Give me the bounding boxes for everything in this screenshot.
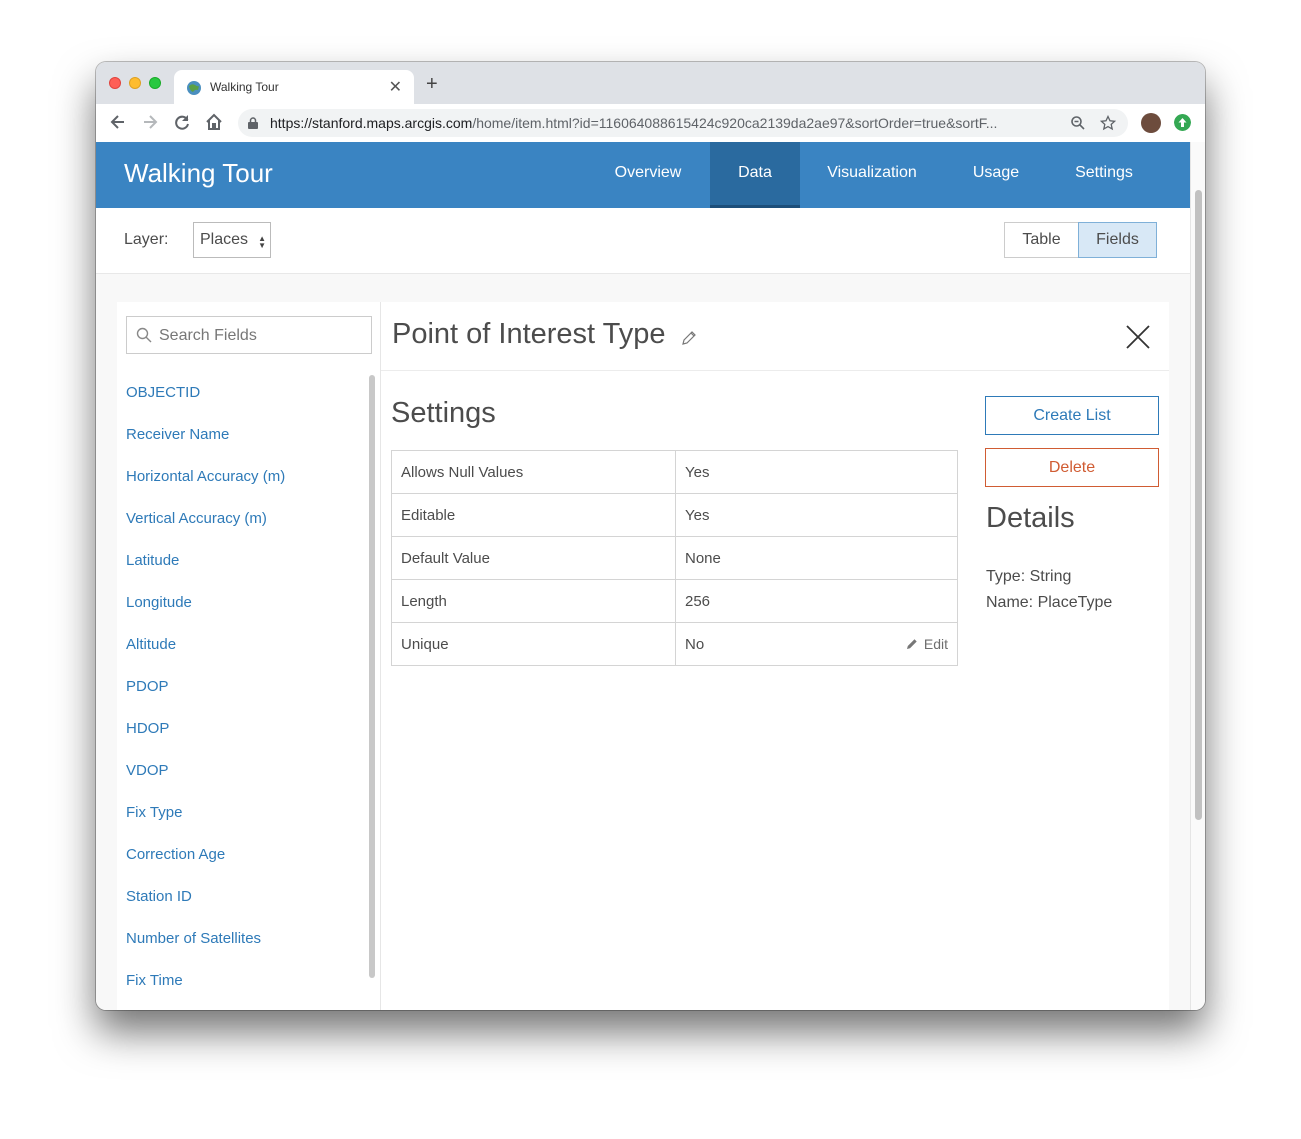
setting-value: 256 xyxy=(675,579,958,623)
tab-title: Walking Tour xyxy=(210,80,279,94)
layer-select-value: Places xyxy=(200,231,249,248)
setting-value: Yes xyxy=(675,493,958,537)
tab-overview[interactable]: Overview xyxy=(596,142,700,208)
field-item-number-of-satellites[interactable]: Number of Satellites xyxy=(117,918,367,960)
tab-visualization[interactable]: Visualization xyxy=(810,142,934,208)
reload-icon[interactable] xyxy=(172,112,192,132)
minimize-window-button[interactable] xyxy=(129,77,141,89)
edit-unique-button[interactable]: Edit xyxy=(906,636,948,652)
page-scroll-thumb[interactable] xyxy=(1195,190,1202,820)
field-item-pdop[interactable]: PDOP xyxy=(117,666,367,708)
tab-data[interactable]: Data xyxy=(710,142,800,208)
field-detail-panel: Point of Interest Type Settings Allows N… xyxy=(381,302,1169,1010)
globe-icon xyxy=(187,81,201,95)
bookmark-star-icon[interactable] xyxy=(1100,115,1116,131)
field-item-altitude[interactable]: Altitude xyxy=(117,624,367,666)
search-input[interactable] xyxy=(157,323,361,349)
browser-toolbar: https://stanford.maps.arcgis.com/home/it… xyxy=(96,104,1205,143)
layer-bar: Layer: Places ▲ ▼ Table Fields xyxy=(96,208,1190,274)
table-row: Default Value None xyxy=(391,536,958,580)
tab-bar: Walking Tour ✕ + xyxy=(96,62,1205,104)
field-type-text: Type: String xyxy=(986,568,1072,585)
url-text: https://stanford.maps.arcgis.com/home/it… xyxy=(270,115,998,131)
table-row: Allows Null Values Yes xyxy=(391,450,958,494)
address-bar[interactable]: https://stanford.maps.arcgis.com/home/it… xyxy=(238,109,1128,137)
field-item-station-id[interactable]: Station ID xyxy=(117,876,367,918)
back-icon[interactable] xyxy=(108,112,128,132)
field-item-latitude[interactable]: Latitude xyxy=(117,540,367,582)
setting-key: Default Value xyxy=(391,536,676,580)
pencil-icon xyxy=(906,639,917,649)
table-row: Unique No Edit xyxy=(391,622,958,666)
create-list-button[interactable]: Create List xyxy=(985,396,1159,435)
field-item-hdop[interactable]: HDOP xyxy=(117,708,367,750)
field-list-scrollbar[interactable] xyxy=(367,372,377,1010)
field-name-text: Name: PlaceType xyxy=(986,594,1113,611)
fields-view-button[interactable]: Fields xyxy=(1078,222,1157,258)
field-item-objectid[interactable]: OBJECTID xyxy=(117,372,367,414)
zoom-icon[interactable] xyxy=(1070,115,1086,131)
browser-window: Walking Tour ✕ + https://stanford.maps.a… xyxy=(96,62,1205,1010)
setting-value: No xyxy=(685,635,705,653)
tab-close-icon[interactable]: ✕ xyxy=(389,77,402,97)
app-header: Walking Tour Overview Data Visualization… xyxy=(96,142,1190,208)
page-scrollbar[interactable] xyxy=(1190,142,1205,1010)
extension-update-icon[interactable] xyxy=(1174,114,1191,131)
field-item-horizontal-accuracy[interactable]: Horizontal Accuracy (m) xyxy=(117,456,367,498)
browser-tab[interactable]: Walking Tour ✕ xyxy=(174,70,414,104)
setting-value: Yes xyxy=(675,450,958,494)
setting-key: Length xyxy=(391,579,676,623)
details-heading: Details xyxy=(986,502,1075,534)
app-title: Walking Tour xyxy=(124,158,273,188)
forward-icon[interactable] xyxy=(140,112,160,132)
settings-heading: Settings xyxy=(391,397,496,429)
settings-table: Allows Null Values Yes Editable Yes Defa… xyxy=(391,450,958,666)
field-item-receiver-name[interactable]: Receiver Name xyxy=(117,414,367,456)
home-icon[interactable] xyxy=(204,112,224,132)
table-view-button[interactable]: Table xyxy=(1004,222,1079,258)
field-item-vdop[interactable]: VDOP xyxy=(117,750,367,792)
delete-button[interactable]: Delete xyxy=(985,448,1159,487)
field-title: Point of Interest Type xyxy=(392,318,666,350)
close-window-button[interactable] xyxy=(109,77,121,89)
edit-title-pencil-icon[interactable] xyxy=(681,330,697,346)
layer-label: Layer: xyxy=(124,231,169,248)
field-item-correction-age[interactable]: Correction Age xyxy=(117,834,367,876)
fields-list-panel: OBJECTID Receiver Name Horizontal Accura… xyxy=(117,302,381,1010)
setting-key: Editable xyxy=(391,493,676,537)
tab-usage[interactable]: Usage xyxy=(958,142,1034,208)
field-item-vertical-accuracy[interactable]: Vertical Accuracy (m) xyxy=(117,498,367,540)
zoom-window-button[interactable] xyxy=(149,77,161,89)
field-list-scroll-thumb[interactable] xyxy=(369,375,375,978)
page: Walking Tour Overview Data Visualization… xyxy=(96,142,1190,1010)
field-item-fix-type[interactable]: Fix Type xyxy=(117,792,367,834)
divider xyxy=(381,370,1169,371)
search-icon xyxy=(136,327,152,343)
field-item-fix-time[interactable]: Fix Time xyxy=(117,960,367,1002)
tab-settings[interactable]: Settings xyxy=(1062,142,1146,208)
field-item-longitude[interactable]: Longitude xyxy=(117,582,367,624)
layer-select[interactable]: Places ▲ ▼ xyxy=(193,222,271,258)
new-tab-icon[interactable]: + xyxy=(426,74,438,94)
fields-card: OBJECTID Receiver Name Horizontal Accura… xyxy=(117,302,1169,1010)
edit-label: Edit xyxy=(923,636,948,652)
setting-value: None xyxy=(675,536,958,580)
lock-icon xyxy=(248,117,258,129)
setting-key: Unique xyxy=(391,622,676,666)
close-icon[interactable] xyxy=(1124,323,1152,351)
profile-avatar[interactable] xyxy=(1141,113,1161,133)
search-box xyxy=(126,316,372,354)
select-arrows-icon: ▲ ▼ xyxy=(258,234,266,250)
table-row: Editable Yes xyxy=(391,493,958,537)
field-list: OBJECTID Receiver Name Horizontal Accura… xyxy=(117,372,367,1002)
setting-value-unique: No Edit xyxy=(675,622,958,666)
table-row: Length 256 xyxy=(391,579,958,623)
setting-key: Allows Null Values xyxy=(391,450,676,494)
